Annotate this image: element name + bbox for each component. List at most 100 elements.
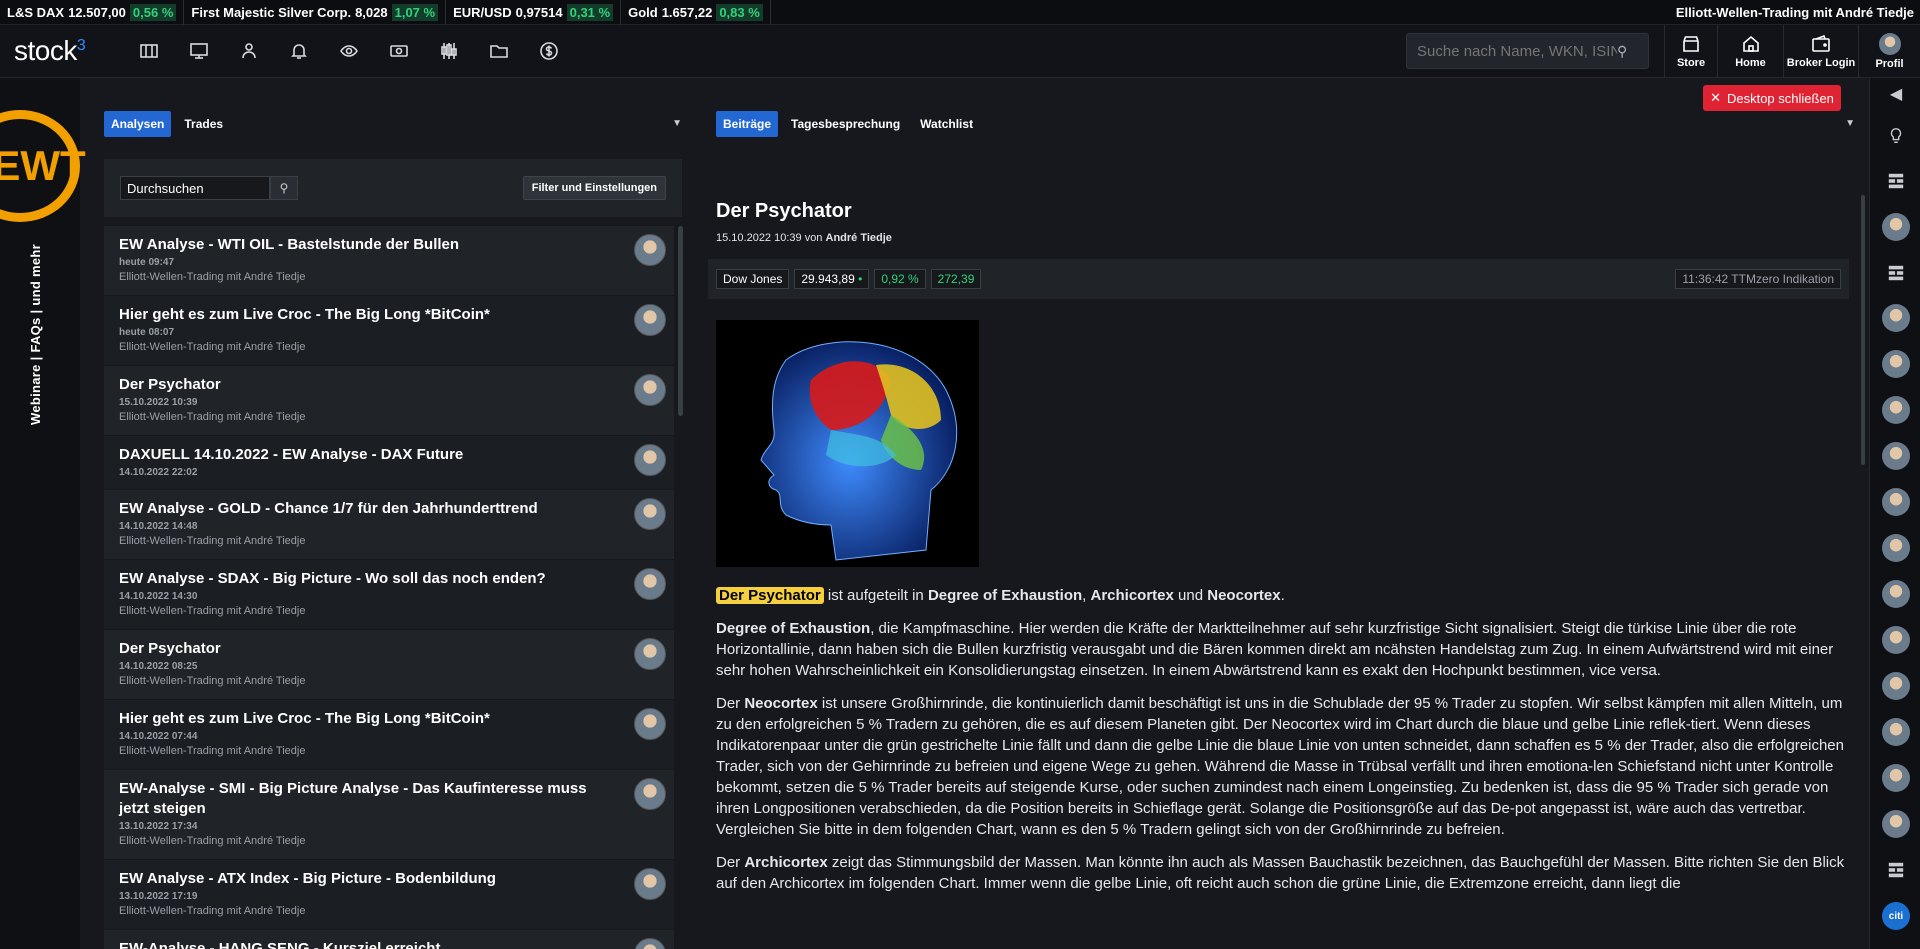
analysis-search-input[interactable]: [120, 176, 270, 200]
filter-bar: ⚲ Filter und Einstellungen: [104, 159, 682, 217]
close-desktop-button[interactable]: ✕ Desktop schließen: [1703, 85, 1841, 111]
list-item[interactable]: Hier geht es zum Live Croc - The Big Lon…: [104, 296, 674, 366]
candlestick-icon[interactable]: [424, 25, 474, 78]
ticker-item[interactable]: Gold 1.657,22 0,83 %: [621, 0, 771, 25]
author-link[interactable]: André Tiedje: [826, 232, 892, 244]
list-scrollbar[interactable]: [678, 226, 683, 416]
quote-abs: 272,39: [930, 269, 982, 289]
author-avatar[interactable]: [1882, 580, 1910, 608]
ticker-item[interactable]: First Majestic Silver Corp. 8,028 1,07 %: [184, 0, 447, 25]
ticker-item[interactable]: EUR/USD 0,97514 0,31 %: [446, 0, 622, 25]
author-avatar[interactable]: [1882, 213, 1910, 241]
author-avatar[interactable]: [1882, 626, 1910, 654]
list-item[interactable]: EW Analyse - GOLD - Chance 1/7 für den J…: [104, 490, 674, 560]
analysis-panel: Analysen Trades ▼ ⚲ Filter und Einstellu…: [104, 110, 683, 949]
list-item[interactable]: DAXUELL 14.10.2022 - EW Analyse - DAX Fu…: [104, 436, 674, 490]
dollar-icon[interactable]: [524, 25, 574, 78]
quote-time: 11:36:42 TTMzero Indikation: [1675, 269, 1841, 289]
list-item[interactable]: EW Analyse - ATX Index - Big Picture - B…: [104, 860, 674, 930]
quote-value: 29.943,89 •: [794, 269, 870, 289]
exhaustion-paragraph: Degree of Exhaustion, die Kampfmaschine.…: [716, 620, 1834, 679]
list-item[interactable]: EW Analyse - WTI OIL - Bastelstunde der …: [104, 226, 674, 296]
store-icon: [1683, 36, 1699, 52]
stock3-logo[interactable]: stock3: [14, 35, 124, 67]
lightbulb-icon[interactable]: [1882, 122, 1910, 150]
widget-icon[interactable]: [1882, 856, 1910, 884]
avatar: [634, 234, 666, 266]
top-navigation: stock3 ⚲ Store Home Broker Login Profil: [0, 25, 1920, 78]
widget-icon[interactable]: [1882, 167, 1910, 195]
filter-settings-button[interactable]: Filter und Einstellungen: [522, 176, 666, 200]
global-search-input[interactable]: [1417, 42, 1617, 60]
author-avatar[interactable]: [1882, 304, 1910, 332]
archicortex-paragraph: Der Archicortex zeigt das Stimmungsbild …: [716, 854, 1845, 892]
store-button[interactable]: Store: [1664, 25, 1717, 78]
list-item[interactable]: EW-Analyse - SMI - Big Picture Analyse -…: [104, 770, 674, 860]
author-avatar[interactable]: [1882, 810, 1910, 838]
avatar: [634, 304, 666, 336]
psychator-tag[interactable]: Der Psychator: [716, 587, 824, 604]
avatar: [634, 374, 666, 406]
brain-image: [716, 320, 979, 567]
author-avatar[interactable]: [1882, 442, 1910, 470]
quote-bar: Dow Jones 29.943,89 • 0,92 % 272,39 11:3…: [708, 259, 1849, 299]
avatar: [634, 444, 666, 476]
avatar: [634, 778, 666, 810]
list-item[interactable]: Der Psychator 15.10.2022 10:39 Elliott-Wel…: [104, 366, 674, 436]
home-button[interactable]: Home: [1717, 25, 1783, 78]
avatar: [634, 938, 666, 949]
quote-pct: 0,92 %: [874, 269, 926, 289]
wallet-icon: [1812, 34, 1830, 52]
widget-icon[interactable]: [1882, 259, 1910, 287]
citi-logo[interactable]: citi: [1882, 902, 1910, 930]
author-avatar[interactable]: [1882, 764, 1910, 792]
close-icon: ✕: [1710, 90, 1721, 105]
avatar: [634, 868, 666, 900]
tab-trades[interactable]: Trades: [177, 111, 230, 137]
collapse-arrow-icon[interactable]: ◀: [1882, 86, 1910, 102]
list-item[interactable]: Der Psychator 14.10.2022 08:25 Elliott-Wel…: [104, 630, 674, 700]
ticker-item[interactable]: L&S DAX 12.507,00 0,56 %: [0, 0, 185, 25]
avatar: [634, 638, 666, 670]
global-search[interactable]: ⚲: [1406, 33, 1649, 69]
user-icon[interactable]: [224, 25, 274, 78]
intro-paragraph: Der Psychator ist aufgeteilt in Degree o…: [716, 585, 1846, 606]
quote-name[interactable]: Dow Jones: [716, 269, 790, 289]
bell-icon[interactable]: [274, 25, 324, 78]
folder-icon[interactable]: [474, 25, 524, 78]
monitor-icon[interactable]: [174, 25, 224, 78]
layout-icon[interactable]: [124, 25, 174, 78]
article-panel: Beiträge Tagesbesprechung Watchlist ▼ De…: [708, 110, 1855, 949]
author-avatar[interactable]: [1882, 718, 1910, 746]
article-meta: 15.10.2022 10:39 von André Tiedje: [716, 232, 892, 244]
author-avatar[interactable]: [1882, 672, 1910, 700]
author-avatar[interactable]: [1882, 350, 1910, 378]
tab-beitraege[interactable]: Beiträge: [716, 111, 779, 137]
article-scrollbar[interactable]: [1861, 195, 1865, 465]
tab-tagesbesprechung[interactable]: Tagesbesprechung: [784, 111, 907, 137]
money-icon[interactable]: [374, 25, 424, 78]
avatar: [634, 568, 666, 600]
tab-analysen[interactable]: Analysen: [104, 111, 172, 137]
search-icon[interactable]: ⚲: [270, 176, 298, 200]
list-item[interactable]: EW-Analyse - HANG SENG - Kursziel erreic…: [104, 930, 674, 949]
tab-watchlist[interactable]: Watchlist: [913, 111, 980, 137]
list-item[interactable]: Hier geht es zum Live Croc - The Big Lon…: [104, 700, 674, 770]
chevron-down-icon[interactable]: ▼: [1845, 118, 1855, 129]
author-avatar[interactable]: [1882, 396, 1910, 424]
analysis-list: EW Analyse - WTI OIL - Bastelstunde der …: [104, 226, 674, 949]
chevron-down-icon[interactable]: ▼: [672, 118, 682, 129]
profile-button[interactable]: Profil: [1858, 25, 1920, 78]
author-avatar[interactable]: [1882, 534, 1910, 562]
avatar: [634, 498, 666, 530]
profile-avatar: [1878, 33, 1901, 55]
webinare-link[interactable]: Webinare | FAQs | und mehr: [28, 240, 43, 430]
home-icon: [1742, 35, 1759, 52]
ticker-bar: L&S DAX 12.507,00 0,56 % First Majestic Si…: [0, 0, 1920, 25]
search-icon[interactable]: ⚲: [1617, 43, 1627, 60]
eye-icon[interactable]: [324, 25, 374, 78]
broker-login-button[interactable]: Broker Login: [1783, 25, 1858, 78]
article-title: Der Psychator: [716, 200, 852, 222]
list-item[interactable]: EW Analyse - SDAX - Big Picture - Wo sol…: [104, 560, 674, 630]
author-avatar[interactable]: [1882, 488, 1910, 516]
